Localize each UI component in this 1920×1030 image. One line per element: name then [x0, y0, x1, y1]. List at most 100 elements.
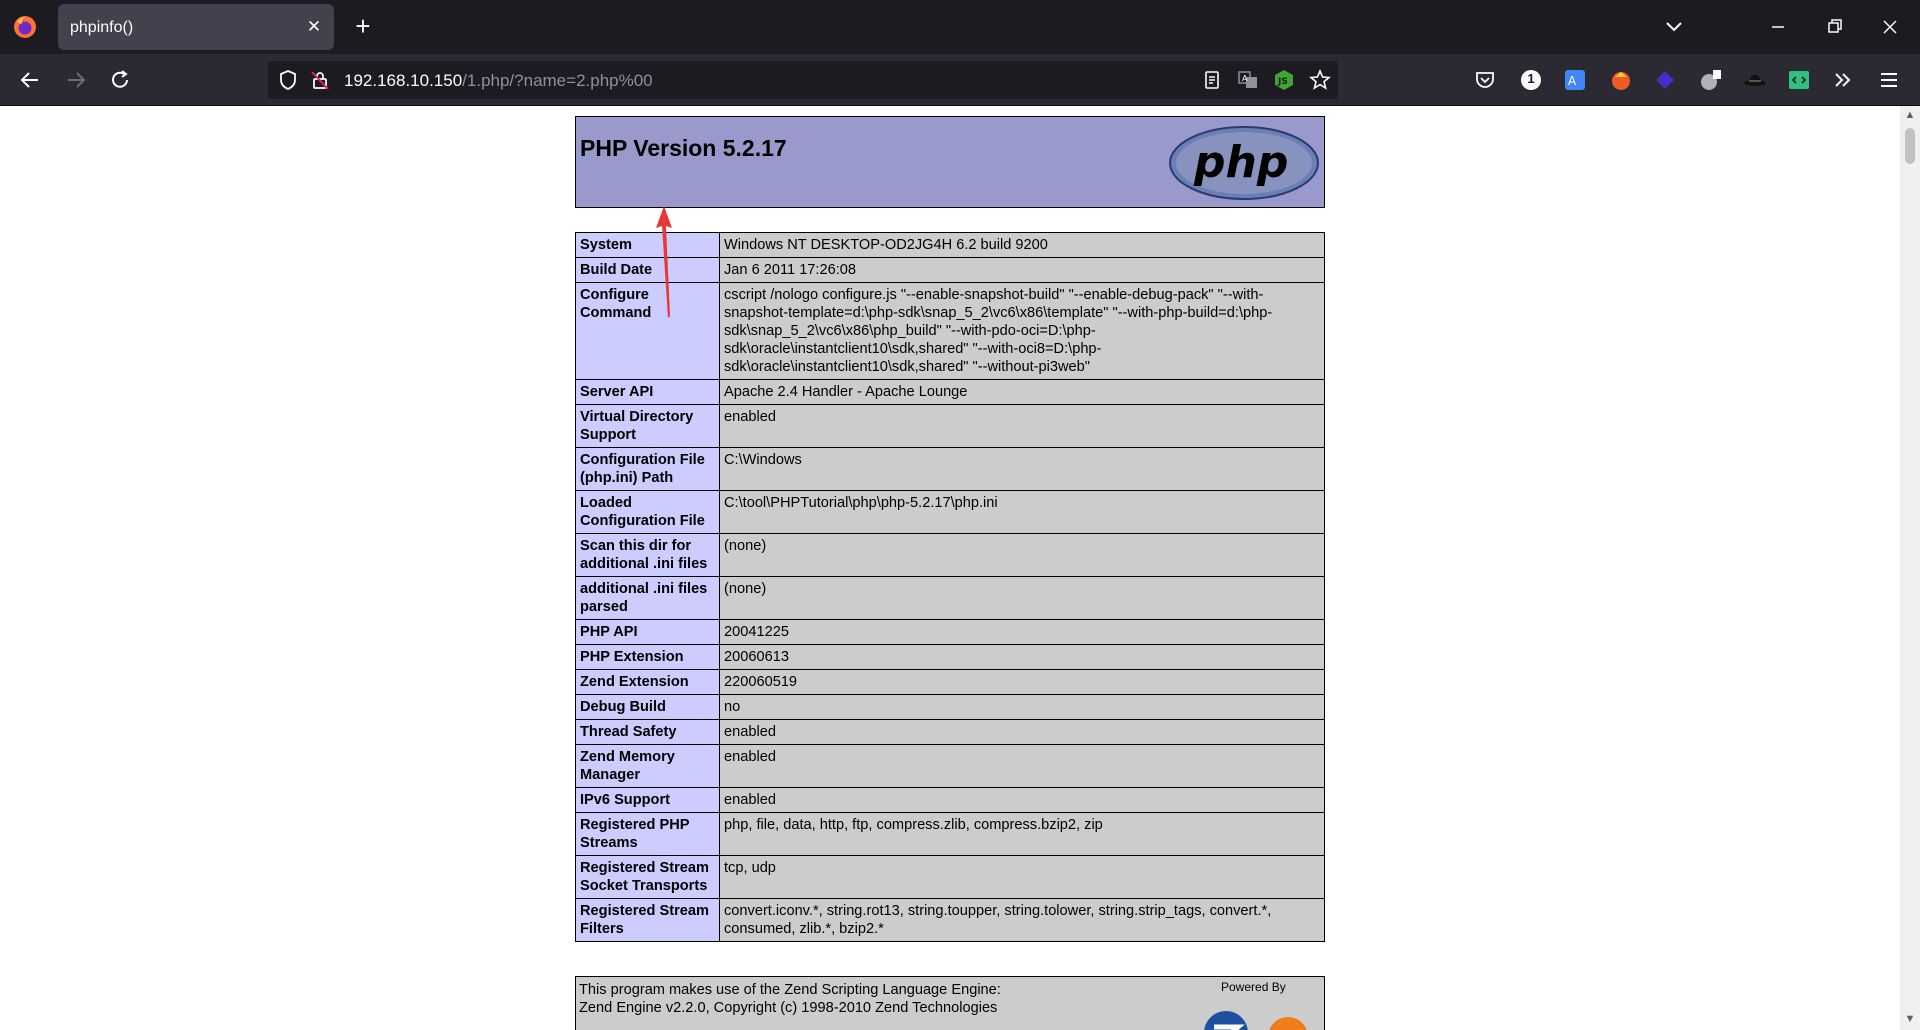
overflow-menu-icon[interactable]: [1830, 67, 1856, 93]
svg-text:JS: JS: [1277, 77, 1288, 87]
row-value: cscript /nologo configure.js "--enable-s…: [719, 282, 1325, 380]
table-row: Registered PHP Streams php, file, data, h…: [575, 812, 1325, 856]
annotation-arrow: [656, 206, 672, 318]
svg-text:A: A: [1242, 74, 1248, 83]
row-value: C:\tool\PHPTutorial\php\php-5.2.17\php.i…: [719, 490, 1325, 534]
table-row: Debug Build no: [575, 694, 1325, 720]
list-all-tabs-icon[interactable]: [1656, 12, 1692, 42]
reload-icon[interactable]: [102, 64, 138, 96]
firefox-icon[interactable]: [12, 14, 38, 40]
scroll-up-arrow[interactable]: ▲: [1903, 109, 1917, 121]
table-row: additional .ini files parsed (none): [575, 576, 1325, 620]
password-manager-icon[interactable]: 1: [1518, 67, 1544, 93]
row-value: Apache 2.4 Handler - Apache Lounge: [719, 379, 1325, 405]
row-value: Jan 6 2011 17:26:08: [719, 257, 1325, 283]
table-row: Registered Stream Socket Transports tcp, …: [575, 855, 1325, 899]
table-row: PHP Extension 20060613: [575, 644, 1325, 670]
row-value: enabled: [719, 719, 1325, 745]
table-row: Server API Apache 2.4 Handler - Apache Lo…: [575, 379, 1325, 405]
restore-icon[interactable]: [1814, 10, 1854, 44]
close-tab-icon[interactable]: ✕: [302, 15, 326, 39]
php-logo-text: php: [1193, 137, 1288, 188]
row-label: Registered PHP Streams: [575, 812, 720, 856]
bookmark-star-icon[interactable]: [1308, 68, 1332, 92]
row-label: PHP API: [575, 619, 720, 645]
table-row: PHP API 20041225: [575, 619, 1325, 645]
vertical-scrollbar[interactable]: ▲ ▼: [1900, 106, 1920, 1030]
row-label: Server API: [575, 379, 720, 405]
translate-icon[interactable]: A: [1236, 68, 1260, 92]
row-label: Thread Safety: [575, 719, 720, 745]
tab-title: phpinfo(): [70, 19, 134, 36]
row-label: PHP Extension: [575, 644, 720, 670]
row-label: IPv6 Support: [575, 787, 720, 813]
row-value: enabled: [719, 787, 1325, 813]
forward-icon[interactable]: [58, 64, 94, 96]
hamburger-menu-icon[interactable]: [1876, 67, 1902, 93]
pocket-icon[interactable]: [1472, 67, 1498, 93]
google-translate-icon[interactable]: A: [1562, 67, 1588, 93]
row-value: convert.iconv.*, string.rot13, string.to…: [719, 898, 1325, 942]
php-version-header: PHP Version 5.2.17 php: [575, 116, 1325, 208]
shield-icon[interactable]: [276, 68, 300, 92]
row-label: Virtual Directory Support: [575, 404, 720, 448]
row-label: Loaded Configuration File: [575, 490, 720, 534]
close-window-icon[interactable]: [1870, 10, 1910, 44]
hackbar-icon[interactable]: [1608, 67, 1634, 93]
spy-hat-icon[interactable]: [1742, 67, 1768, 93]
row-label: Debug Build: [575, 694, 720, 720]
toolbar-badge: 1: [1527, 71, 1535, 86]
new-tab-button[interactable]: +: [348, 12, 378, 42]
scrollbar-thumb[interactable]: [1905, 128, 1915, 164]
insecure-lock-icon[interactable]: [308, 68, 332, 92]
row-label: System: [575, 232, 720, 258]
table-row: Zend Memory Manager enabled: [575, 744, 1325, 788]
page-title: PHP Version 5.2.17: [580, 135, 787, 161]
proxy-extension-icon[interactable]: [1698, 67, 1724, 93]
row-value: C:\Windows: [719, 447, 1325, 491]
svg-text:A: A: [1568, 74, 1577, 88]
table-row: IPv6 Support enabled: [575, 787, 1325, 813]
row-label: additional .ini files parsed: [575, 576, 720, 620]
row-value: 220060519: [719, 669, 1325, 695]
back-icon[interactable]: [12, 64, 48, 96]
row-label: Configure Command: [575, 282, 720, 380]
phpinfo-table-body: System Windows NT DESKTOP-OD2JG4H 6.2 bui…: [575, 232, 1325, 942]
table-row: Configuration File (php.ini) Path C:\Wind…: [575, 447, 1325, 491]
table-row: Thread Safety enabled: [575, 719, 1325, 745]
row-label: Registered Stream Socket Transports: [575, 855, 720, 899]
row-value: (none): [719, 533, 1325, 577]
row-value: tcp, udp: [719, 855, 1325, 899]
table-row: Virtual Directory Support enabled: [575, 404, 1325, 448]
wappalyzer-icon[interactable]: [1652, 67, 1678, 93]
row-value: enabled: [719, 744, 1325, 788]
url-text[interactable]: 192.168.10.150/1.php/?name=2.php%00: [344, 71, 653, 91]
row-value: enabled: [719, 404, 1325, 448]
zend-logo[interactable]: [1176, 997, 1316, 1030]
row-value: Windows NT DESKTOP-OD2JG4H 6.2 build 920…: [719, 232, 1325, 258]
table-row: Scan this dir for additional .ini files(…: [575, 533, 1325, 577]
scroll-down-arrow[interactable]: ▼: [1903, 1013, 1917, 1025]
row-label: Configuration File (php.ini) Path: [575, 447, 720, 491]
minimize-icon[interactable]: [1758, 10, 1798, 44]
zend-line-2: Zend Engine v2.2.0, Copyright (c) 1998-2…: [579, 1000, 998, 1016]
php-logo[interactable]: php: [1168, 125, 1320, 201]
reader-view-icon[interactable]: [1200, 68, 1224, 92]
tab-phpinfo[interactable]: phpinfo() ✕: [58, 4, 334, 50]
row-label: Build Date: [575, 257, 720, 283]
table-row: Loaded Configuration File C:\tool\PHPTuto…: [575, 490, 1325, 534]
row-label: Zend Extension: [575, 669, 720, 695]
table-row: Configure Command cscript /nologo configu…: [575, 282, 1325, 380]
table-row: Registered Stream Filters convert.iconv.*…: [575, 898, 1325, 942]
row-value: (none): [719, 576, 1325, 620]
table-row: System Windows NT DESKTOP-OD2JG4H 6.2 bui…: [575, 232, 1325, 258]
address-bar[interactable]: 192.168.10.150/1.php/?name=2.php%00 A JS: [268, 61, 1338, 99]
page-content: PHP Version 5.2.17 php System Windows NT …: [0, 106, 1900, 1030]
js-extension-icon[interactable]: JS: [1272, 68, 1296, 92]
row-value: no: [719, 694, 1325, 720]
powered-by-label: Powered By: [1221, 980, 1286, 994]
row-value: 20060613: [719, 644, 1325, 670]
code-extension-icon[interactable]: [1786, 67, 1812, 93]
url-host: 192.168.10.150: [344, 71, 463, 90]
table-row: Zend Extension 220060519: [575, 669, 1325, 695]
